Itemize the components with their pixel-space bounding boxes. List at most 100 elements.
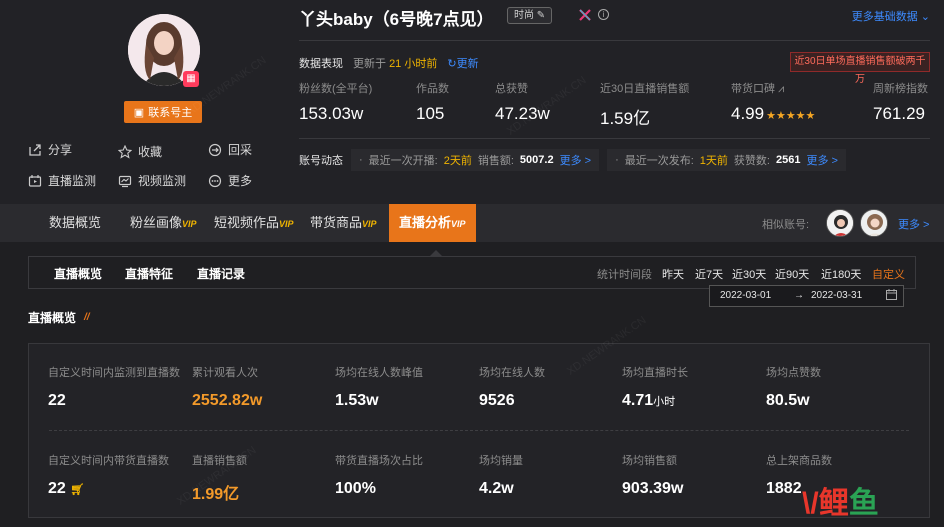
calendar-icon-svg [886, 289, 897, 300]
more-action[interactable]: 更多 [208, 172, 252, 189]
similar-avatar-image [861, 210, 887, 236]
similar-avatar-image [827, 210, 853, 236]
stat-value: 153.03w [299, 104, 364, 123]
video-monitor-action[interactable]: 视频监测 [118, 172, 186, 189]
metric-value: 100% [335, 480, 376, 497]
metric-value: 22 [48, 480, 66, 497]
contact-owner-button[interactable]: ▣ 联系号主 [124, 101, 202, 123]
live-monitor-icon [28, 174, 42, 187]
similar-account-avatar[interactable] [860, 209, 888, 237]
performance-label: 数据表现 [299, 58, 343, 70]
metric-live-count: 自定义时间内监测到直播数 22 [48, 364, 180, 410]
tab-live-analysis[interactable]: 直播分析VIP [389, 204, 476, 242]
favorite-label: 收藏 [138, 145, 163, 159]
updated-value: 21 小时前 [389, 58, 438, 70]
range-yesterday[interactable]: 昨天 [662, 266, 684, 282]
stat-label: 近30日直播销售额 [600, 83, 690, 95]
metric-total-views: 累计观看人次 2552.82w [192, 364, 262, 410]
refresh-label: 更新 [456, 58, 479, 70]
recollect-label: 回采 [228, 143, 253, 157]
similar-more-link[interactable]: 更多 > [898, 216, 929, 232]
range-30-days[interactable]: 近30天 [732, 266, 766, 282]
share-action[interactable]: 分享 [28, 141, 72, 158]
main-tab-bar: 数据概览 粉丝画像VIP 短视频作品VIP 带货商品VIP 直播分析VIP 相似… [0, 204, 944, 242]
more-base-data-label: 更多基础数据 [851, 11, 918, 23]
live-monitor-action[interactable]: 直播监测 [28, 172, 96, 189]
metric-avg-sales: 场均销售额 903.39w [622, 452, 683, 498]
metric-avg-volume: 场均销量 4.2w [479, 452, 523, 498]
qr-badge-icon[interactable]: ▦ [183, 71, 199, 87]
contact-owner-label: 联系号主 [148, 107, 193, 119]
stat-label: 作品数 [416, 83, 449, 95]
range-180-days[interactable]: 近180天 [821, 266, 861, 282]
metric-avg-duration: 场均直播时长 4.71小时 [622, 364, 688, 410]
metric-label: 总上架商品数 [766, 455, 832, 467]
end-date[interactable]: 2022-03-31 [811, 290, 862, 301]
performance-row: 数据表现 更新于 21 小时前 ↻更新 [299, 55, 479, 71]
more-base-data-link[interactable]: 更多基础数据 ⌄ [852, 8, 930, 24]
similar-account-avatar[interactable] [826, 209, 854, 237]
tab-products[interactable]: 带货商品VIP [310, 204, 377, 242]
tab-fans-portrait[interactable]: 粉丝画像VIP [130, 204, 197, 242]
vip-badge: VIP [451, 219, 466, 229]
stat-value: 1.59亿 [600, 109, 651, 128]
last-live-sales-label: 销售额: [477, 155, 514, 167]
stats-row: 粉丝数(全平台) 153.03w 作品数 105 总获赞 47.23w 近30日… [299, 80, 930, 130]
last-post-ago: 1天前 [699, 155, 728, 167]
metric-label: 场均销量 [479, 455, 523, 467]
header-divider [299, 40, 930, 41]
more-label: 更多 [228, 174, 253, 188]
subtab-live-overview[interactable]: 直播概览 [54, 265, 102, 282]
tab-short-videos[interactable]: 短视频作品VIP [214, 204, 294, 242]
section-title: 直播概览 [28, 311, 77, 325]
stat-works: 作品数 105 [416, 80, 449, 124]
start-date[interactable]: 2022-03-01 [720, 290, 771, 301]
metric-value: 4.2w [479, 480, 514, 497]
metric-value: 4.71 [622, 392, 654, 409]
range-90-days[interactable]: 近90天 [775, 266, 809, 282]
stat-value: 4.99 [731, 104, 765, 123]
updated-prefix: 更新于 [353, 58, 386, 70]
last-post-likes-label: 获赞数: [733, 155, 770, 167]
sales-record-banner[interactable]: 近30日单场直播销售额破两千万 [790, 52, 930, 85]
recollect-action[interactable]: 回采 [208, 141, 252, 158]
tab-label: 带货商品 [310, 215, 363, 230]
subtab-live-features[interactable]: 直播特征 [125, 265, 173, 282]
range-7-days[interactable]: 近7天 [695, 266, 723, 282]
metric-label: 自定义时间内监测到直播数 [48, 367, 180, 379]
metric-value: 1.99亿 [192, 486, 240, 503]
metric-value: 1.53w [335, 392, 379, 409]
last-post-text: 最近一次发布: [624, 155, 694, 167]
metric-label: 自定义时间内带货直播数 [48, 455, 169, 467]
last-live-more-link[interactable]: 更多 > [560, 152, 591, 168]
range-custom[interactable]: 自定义 [872, 266, 905, 282]
recollect-icon [208, 143, 222, 156]
metric-value: 2552.82w [192, 392, 263, 409]
last-post-likes: 2561 [775, 154, 801, 166]
tab-label: 数据概览 [49, 215, 102, 230]
video-monitor-label: 视频监测 [138, 174, 187, 188]
share-label: 分享 [48, 143, 73, 157]
metric-label: 带货直播场次占比 [335, 455, 423, 467]
calendar-icon[interactable] [886, 289, 897, 303]
updated-text: 更新于 21 小时前 [353, 55, 437, 71]
date-range-picker[interactable]: 2022-03-01 → 2022-03-31 [709, 285, 904, 307]
metric-value-wrap: 22 🛒︎ [48, 480, 169, 498]
refresh-button[interactable]: ↻更新 [447, 55, 478, 71]
last-live-sales: 5007.2 [519, 154, 554, 166]
tab-data-overview[interactable]: 数据概览 [49, 204, 101, 242]
info-icon[interactable]: i [598, 9, 609, 20]
metric-selling-ratio: 带货直播场次占比 100% [335, 452, 423, 498]
card-divider [49, 430, 909, 431]
category-tag[interactable]: 时尚 ✎ [507, 7, 553, 24]
stat-value: 761.29 [873, 104, 925, 123]
stat-reputation: 带货口碑 ⩘ 4.99 ★★★★★ [731, 80, 815, 124]
stat-label-wrap: 带货口碑 ⩘ [731, 80, 815, 96]
douyin-platform-icon [579, 9, 591, 21]
subtab-live-records[interactable]: 直播记录 [197, 265, 245, 282]
favorite-action[interactable]: 收藏 [118, 143, 162, 160]
tab-label: 粉丝画像 [130, 215, 183, 230]
section-title-mark: // [84, 312, 90, 323]
metric-label: 场均销售额 [622, 455, 677, 467]
last-post-more-link[interactable]: 更多 > [806, 152, 837, 168]
